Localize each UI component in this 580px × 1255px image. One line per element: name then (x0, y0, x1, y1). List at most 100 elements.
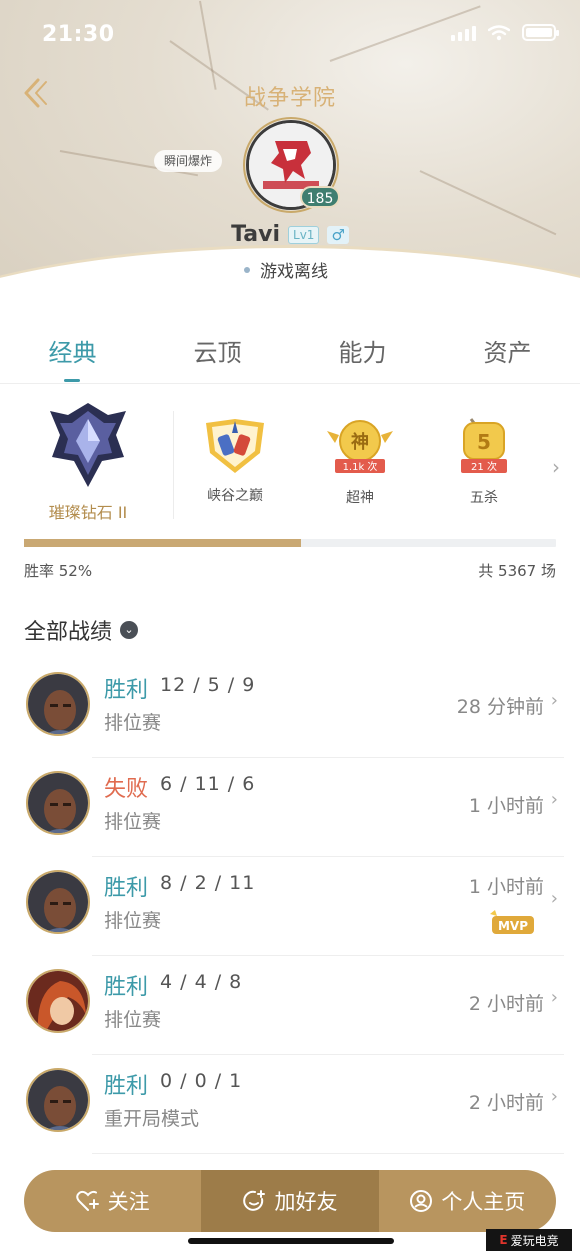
win-rate-bar (24, 539, 556, 547)
status-time: 21:30 (42, 22, 115, 47)
badge-label: 超神 (346, 490, 374, 506)
champion-avatar (26, 870, 90, 934)
match-result: 失败 (104, 777, 149, 802)
match-result: 胜利 (104, 678, 149, 703)
match-row[interactable]: 胜利 8 / 2 / 11 排位赛 1 小时前 › MVP (0, 858, 580, 956)
match-result: 胜利 (104, 1074, 149, 1099)
home-indicator[interactable] (188, 1238, 394, 1244)
divider (92, 955, 564, 956)
match-kda: 0 / 0 / 1 (160, 1070, 243, 1092)
match-row[interactable]: 失败 6 / 11 / 6 排位赛 1 小时前 › (0, 759, 580, 857)
divider (92, 1153, 564, 1154)
match-kda: 6 / 11 / 6 (160, 773, 256, 795)
match-time: 2 小时前 (468, 1092, 544, 1114)
watermark-logo-icon: E (499, 1233, 508, 1247)
match-kda: 12 / 5 / 9 (160, 674, 256, 696)
match-result: 胜利 (104, 876, 149, 901)
presence-dot-icon (244, 266, 250, 273)
divider (92, 856, 564, 857)
divider (92, 757, 564, 758)
match-time: 1 小时前 (468, 795, 544, 817)
school-title: 战争学院 (243, 86, 336, 111)
tab-bar: 经典 云顶 能力 资产 (0, 330, 580, 384)
match-mode: 排位赛 (104, 811, 162, 833)
champion-portrait-icon (28, 1070, 88, 1130)
diamond-rank-emblem-icon (50, 403, 126, 487)
champion-portrait-icon (28, 971, 88, 1031)
champion-portrait-icon (28, 674, 88, 734)
legendary-emblem-text: 神 (351, 431, 369, 453)
total-games-label: 共 5367 场 (478, 562, 556, 580)
champion-portrait-icon (28, 872, 88, 932)
battery-icon (522, 24, 559, 41)
chevron-down-icon: ⌄ (120, 621, 139, 639)
champion-avatar (26, 969, 90, 1033)
tab-tft[interactable]: 云顶 (145, 330, 290, 384)
badge-legendary[interactable]: 神 1.1k 次 超神 (315, 417, 405, 507)
chevron-right-icon: › (550, 987, 558, 1008)
champion-avatar (26, 771, 90, 835)
champion-avatar (26, 1068, 90, 1132)
section-title: 全部战绩 (24, 620, 113, 645)
match-row[interactable]: 胜利 0 / 0 / 1 重开局模式 2 小时前 › (0, 1056, 580, 1154)
champion-portrait-icon (28, 773, 88, 833)
watermark: E 爱玩电竞 (486, 1229, 572, 1251)
tab-classic[interactable]: 经典 (0, 330, 145, 384)
follow-button[interactable]: 关注 (24, 1170, 201, 1232)
win-rate-label: 胜率 52% (24, 562, 93, 580)
player-name: Tavi (231, 222, 281, 247)
profile-button[interactable]: 个人主页 (379, 1170, 556, 1232)
mvp-label: MVP (498, 919, 528, 933)
match-time: 1 小时前 (468, 876, 544, 898)
win-rate-fill (24, 539, 301, 547)
badge-pentakill[interactable]: 5 21 次 五杀 (439, 417, 529, 507)
badge-label: 峡谷之巅 (207, 488, 263, 504)
mvp-badge-icon: MVP (490, 910, 534, 934)
match-time: 2 小时前 (468, 993, 544, 1015)
heart-plus-icon (75, 1190, 99, 1211)
cellular-signal-icon (451, 25, 476, 41)
wifi-icon (488, 24, 510, 40)
pentakill-count: 21 次 (471, 460, 497, 473)
match-mode: 排位赛 (104, 1009, 162, 1031)
chevron-right-icon: › (550, 690, 558, 711)
match-kda: 4 / 4 / 8 (160, 971, 243, 993)
peak-shield-icon (206, 419, 264, 473)
user-circle-icon (410, 1190, 433, 1212)
rank-block[interactable]: 璀璨钻石 II (32, 401, 144, 523)
legendary-emblem-icon: 神 1.1k 次 (327, 420, 393, 473)
chevron-right-icon: › (550, 789, 558, 810)
presence-status: 游戏离线 (244, 257, 328, 282)
pentakill-emblem-text: 5 (477, 430, 491, 454)
add-friend-button[interactable]: 加好友 (201, 1170, 379, 1232)
chevron-right-icon: › (550, 888, 558, 909)
badge-peak[interactable]: 峡谷之巅 (190, 417, 280, 505)
pentakill-emblem-icon: 5 21 次 (461, 418, 507, 473)
presence-text: 游戏离线 (260, 262, 328, 282)
chevron-right-icon: › (550, 1086, 558, 1107)
match-mode: 排位赛 (104, 910, 162, 932)
add-friend-icon (243, 1190, 266, 1211)
watermark-text: 爱玩电竞 (510, 1233, 559, 1248)
gender-icon: ♂ (327, 225, 349, 244)
status-tag: 瞬间爆炸 (154, 150, 223, 172)
add-friend-label: 加好友 (274, 1190, 338, 1214)
tab-assets[interactable]: 资产 (435, 330, 580, 384)
profile-label: 个人主页 (441, 1190, 526, 1214)
tab-ability[interactable]: 能力 (290, 330, 435, 384)
match-filter[interactable]: 全部战绩 ⌄ (24, 614, 139, 646)
rank-label: 璀璨钻石 II (48, 503, 128, 522)
avatar-level-badge: 185 (300, 186, 340, 208)
match-row[interactable]: 胜利 4 / 4 / 8 排位赛 2 小时前 › (0, 957, 580, 1055)
match-mode: 排位赛 (104, 712, 162, 734)
divider (173, 411, 174, 519)
divider (0, 383, 580, 384)
match-row[interactable]: 胜利 12 / 5 / 9 排位赛 28 分钟前 › (0, 660, 580, 758)
follow-label: 关注 (107, 1190, 150, 1214)
badge-label: 五杀 (470, 490, 498, 506)
match-time: 28 分钟前 (456, 696, 544, 718)
legendary-count: 1.1k 次 (343, 460, 378, 473)
chevron-right-icon[interactable]: › (552, 455, 560, 479)
action-bar: 关注 加好友 个人主页 (24, 1170, 556, 1232)
honors-panel: 璀璨钻石 II 峡谷之巅 神 1.1k 次 超神 5 21 次 五杀 › (0, 395, 580, 535)
